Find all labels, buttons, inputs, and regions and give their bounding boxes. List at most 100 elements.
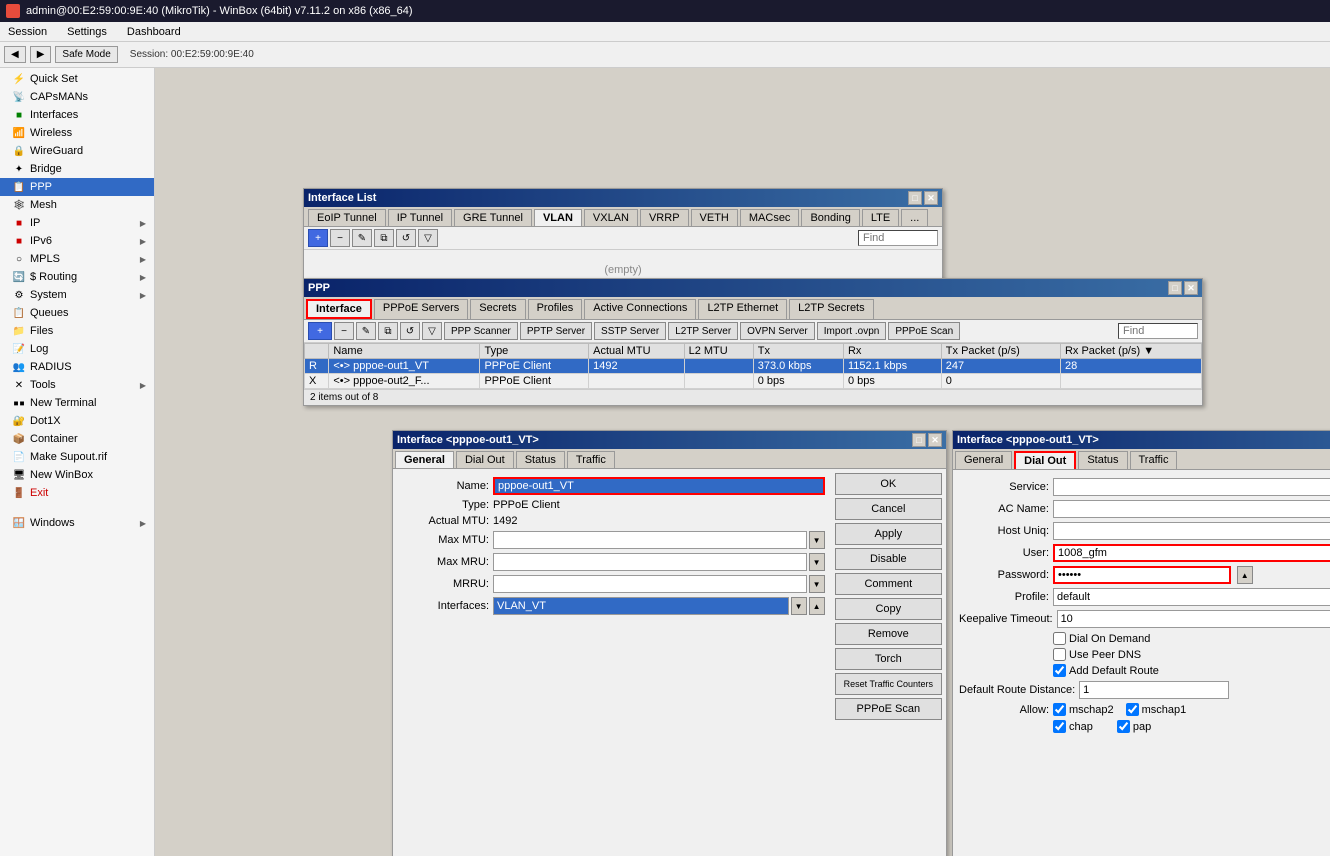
- sidebar-item-mpls[interactable]: ○ MPLS: [0, 250, 154, 268]
- ovpn-server-btn[interactable]: OVPN Server: [740, 322, 815, 340]
- add-default-route-cb[interactable]: [1053, 664, 1066, 677]
- menu-dashboard[interactable]: Dashboard: [123, 25, 185, 39]
- sidebar-item-wireless[interactable]: 📶 Wireless: [0, 124, 154, 142]
- sidebar-item-container[interactable]: 📦 Container: [0, 430, 154, 448]
- pap-cb[interactable]: [1117, 720, 1130, 733]
- sidebar-item-wireguard[interactable]: 🔒 WireGuard: [0, 142, 154, 160]
- keepalive-input[interactable]: [1057, 610, 1330, 628]
- iface-win1-apply-btn[interactable]: Apply: [835, 523, 942, 545]
- add-default-route-label[interactable]: Add Default Route: [1053, 664, 1159, 677]
- iface-win1-disable-btn[interactable]: Disable: [835, 548, 942, 570]
- ppp-copy-button[interactable]: ⧉: [378, 322, 398, 340]
- mrru-dropdown[interactable]: ▼: [809, 575, 825, 593]
- pppoe-scan-btn-main[interactable]: PPPoE Scan: [888, 322, 960, 340]
- password-input[interactable]: [1053, 566, 1231, 584]
- max-mru-dropdown[interactable]: ▼: [809, 553, 825, 571]
- pptp-server-btn[interactable]: PPTP Server: [520, 322, 592, 340]
- iface-win1-tab-dial-out[interactable]: Dial Out: [456, 451, 514, 468]
- dial-on-demand-cb[interactable]: [1053, 632, 1066, 645]
- sidebar-item-new-winbox[interactable]: 🖥 New WinBox: [0, 466, 154, 484]
- tab-vxlan[interactable]: VXLAN: [584, 209, 638, 226]
- mschap1-label[interactable]: mschap1: [1126, 703, 1187, 716]
- iface-win2-tab-dial-out[interactable]: Dial Out: [1014, 451, 1076, 469]
- l2tp-server-btn[interactable]: L2TP Server: [668, 322, 738, 340]
- ppp-edit-button[interactable]: ✎: [356, 322, 376, 340]
- edit-button[interactable]: ✎: [352, 229, 372, 247]
- import-ovpn-btn[interactable]: Import .ovpn: [817, 322, 887, 340]
- service-input[interactable]: [1053, 478, 1330, 496]
- max-mtu-dropdown[interactable]: ▼: [809, 531, 825, 549]
- ppp-scanner-btn[interactable]: PPP Scanner: [444, 322, 518, 340]
- find-input-ppp[interactable]: [1118, 323, 1198, 339]
- pap-label[interactable]: pap: [1117, 720, 1151, 733]
- iface-win1-tab-status[interactable]: Status: [516, 451, 565, 468]
- table-row[interactable]: X <•> pppoe-out2_F... PPPoE Client 0 bps…: [305, 374, 1202, 389]
- ppp-add-button[interactable]: +: [308, 322, 332, 340]
- ppp-tab-l2tp-ethernet[interactable]: L2TP Ethernet: [698, 299, 787, 319]
- tab-vrrp[interactable]: VRRP: [640, 209, 689, 226]
- password-scroll[interactable]: ▲: [1237, 566, 1253, 584]
- iface-win1-minimize[interactable]: □: [912, 433, 926, 447]
- ppp-tab-secrets[interactable]: Secrets: [470, 299, 525, 319]
- iface-win1-reset-traffic-btn[interactable]: Reset Traffic Counters: [835, 673, 942, 695]
- iface-win1-close[interactable]: ✕: [928, 433, 942, 447]
- sidebar-item-log[interactable]: 📝 Log: [0, 340, 154, 358]
- sidebar-item-exit[interactable]: 🚪 Exit: [0, 484, 154, 502]
- ppp-close[interactable]: ✕: [1184, 281, 1198, 295]
- default-route-dist-input[interactable]: [1079, 681, 1229, 699]
- sidebar-item-make-supout[interactable]: 📄 Make Supout.rif: [0, 448, 154, 466]
- mschap1-cb[interactable]: [1126, 703, 1139, 716]
- tab-macsec[interactable]: MACsec: [740, 209, 800, 226]
- mrru-input[interactable]: [493, 575, 807, 593]
- tab-more[interactable]: ...: [901, 209, 928, 226]
- table-row[interactable]: R <•> pppoe-out1_VT PPPoE Client 1492 37…: [305, 359, 1202, 374]
- ppp-minimize[interactable]: □: [1168, 281, 1182, 295]
- ppp-remove-button[interactable]: −: [334, 322, 354, 340]
- iface-win2-tab-general[interactable]: General: [955, 451, 1012, 469]
- iface-win1-ok-btn[interactable]: OK: [835, 473, 942, 495]
- sidebar-item-files[interactable]: 📁 Files: [0, 322, 154, 340]
- sidebar-item-ppp[interactable]: 📋 PPP: [0, 178, 154, 196]
- sidebar-item-interfaces[interactable]: ■ Interfaces: [0, 106, 154, 124]
- ac-name-input[interactable]: [1053, 500, 1330, 518]
- ppp-tab-interface[interactable]: Interface: [306, 299, 372, 319]
- profile-input[interactable]: [1053, 588, 1330, 606]
- interface-list-minimize[interactable]: □: [908, 191, 922, 205]
- menu-session[interactable]: Session: [4, 25, 51, 39]
- sidebar-item-radius[interactable]: 👥 RADIUS: [0, 358, 154, 376]
- use-peer-dns-label[interactable]: Use Peer DNS: [1053, 648, 1141, 661]
- sidebar-item-quick-set[interactable]: ⚡ Quick Set: [0, 70, 154, 88]
- find-input-il[interactable]: [858, 230, 938, 246]
- add-button[interactable]: +: [308, 229, 328, 247]
- ppp-tab-pppoe-servers[interactable]: PPPoE Servers: [374, 299, 468, 319]
- iface-win1-remove-btn[interactable]: Remove: [835, 623, 942, 645]
- user-input[interactable]: [1053, 544, 1330, 562]
- use-peer-dns-cb[interactable]: [1053, 648, 1066, 661]
- chap-cb[interactable]: [1053, 720, 1066, 733]
- iface-win1-copy-btn[interactable]: Copy: [835, 598, 942, 620]
- forward-button[interactable]: ▶: [30, 46, 52, 63]
- interface-list-close[interactable]: ✕: [924, 191, 938, 205]
- mschap2-cb[interactable]: [1053, 703, 1066, 716]
- max-mru-input[interactable]: [493, 553, 807, 571]
- iface-win1-tab-traffic[interactable]: Traffic: [567, 451, 615, 468]
- sidebar-item-ipv6[interactable]: ■ IPv6: [0, 232, 154, 250]
- sidebar-item-new-terminal[interactable]: ▪▪ New Terminal: [0, 394, 154, 412]
- iface-win1-tab-general[interactable]: General: [395, 451, 454, 468]
- iface-win1-torch-btn[interactable]: Torch: [835, 648, 942, 670]
- interfaces-up[interactable]: ▲: [809, 597, 825, 615]
- tab-gre-tunnel[interactable]: GRE Tunnel: [454, 209, 532, 226]
- chap-label[interactable]: chap: [1053, 720, 1093, 733]
- sidebar-item-bridge[interactable]: ✦ Bridge: [0, 160, 154, 178]
- tab-veth[interactable]: VETH: [691, 209, 738, 226]
- sidebar-item-system[interactable]: ⚙ System: [0, 286, 154, 304]
- host-uniq-input[interactable]: [1053, 522, 1330, 540]
- iface-win1-pppoe-scan-btn[interactable]: PPPoE Scan: [835, 698, 942, 720]
- sstp-server-btn[interactable]: SSTP Server: [594, 322, 666, 340]
- tab-vlan[interactable]: VLAN: [534, 209, 582, 226]
- sidebar-item-mesh[interactable]: 🕸 Mesh: [0, 196, 154, 214]
- sidebar-item-capsman[interactable]: 📡 CAPsMANs: [0, 88, 154, 106]
- sidebar-item-queues[interactable]: 📋 Queues: [0, 304, 154, 322]
- sidebar-item-dot1x[interactable]: 🔐 Dot1X: [0, 412, 154, 430]
- sidebar-item-ip[interactable]: ■ IP: [0, 214, 154, 232]
